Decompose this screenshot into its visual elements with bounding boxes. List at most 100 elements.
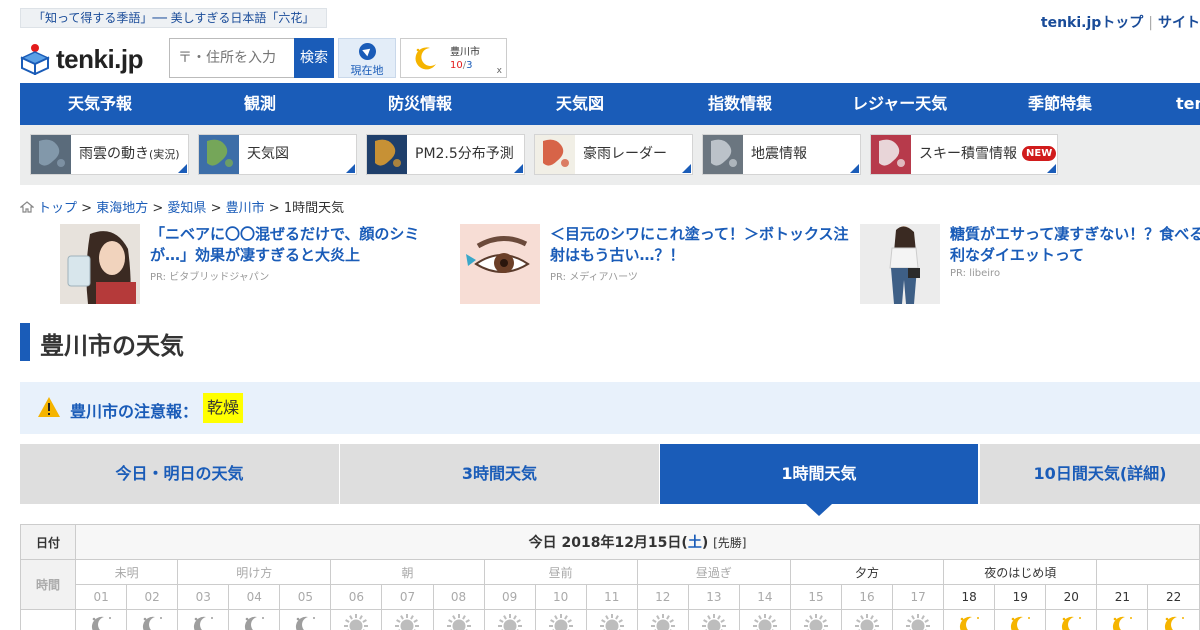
quick-link-title: 天気図 xyxy=(247,146,289,162)
quick-link-4[interactable]: 豪雨レーダー xyxy=(534,134,693,175)
nav-season[interactable]: 季節特集 xyxy=(1028,83,1092,125)
tenki-logo[interactable]: tenki.jp xyxy=(20,42,144,76)
ad-woman-fashion-image[interactable] xyxy=(860,224,940,304)
advisory-dry-tag[interactable]: 乾燥 xyxy=(203,393,244,423)
hour-cell: 15 xyxy=(789,584,843,610)
corner-arrow-icon xyxy=(1047,164,1056,173)
period-cell: 夜のはじめ頃 xyxy=(943,559,1098,585)
hour-cell: 08 xyxy=(432,584,485,610)
weather-icon-cell xyxy=(432,609,485,630)
day-of-week: 土 xyxy=(687,535,702,551)
moon-icon xyxy=(415,47,436,70)
sun-icon xyxy=(650,614,675,630)
period-cell: 朝 xyxy=(330,559,485,585)
new-badge: NEW xyxy=(1022,146,1057,161)
quick-link-1[interactable]: 雨雲の動き(実況) xyxy=(30,134,189,175)
ad-pr: PR: libeiro xyxy=(950,268,1001,279)
nav-disaster[interactable]: 防災情報 xyxy=(388,83,452,125)
quick-link-3[interactable]: PM2.5分布予測 xyxy=(366,134,525,175)
sun-icon xyxy=(803,614,828,630)
icon-row-header xyxy=(19,609,77,630)
quick-link-label: 天気図 xyxy=(247,135,289,174)
advisory-label: 豊川市の注意報： xyxy=(70,402,199,421)
date-row: 日付 今日 2018年12月15日(土) [先勝] xyxy=(19,524,1200,560)
breadcrumb-current: 1時間天気 xyxy=(283,201,345,216)
breadcrumb-pref[interactable]: 愛知県 xyxy=(167,201,206,216)
hour-cell: 22 xyxy=(1147,584,1200,610)
ad-title[interactable]: ＜目元のシワにこれ塗って！＞ボトックス注射はもう古い…？！ xyxy=(550,224,850,266)
nav-forecast[interactable]: 天気予報 xyxy=(68,83,132,125)
moon-icon xyxy=(194,616,214,630)
breadcrumb-city[interactable]: 豊川市 xyxy=(226,201,265,216)
ad-title[interactable]: 糖質がエサって凄すぎない！？食べるほど有利なダイエットって xyxy=(950,224,1200,266)
title-accent-bar xyxy=(20,323,30,361)
pinned-city-widget[interactable]: 豊川市 10/3 x xyxy=(400,38,507,78)
breadcrumb-region[interactable]: 東海地方 xyxy=(96,201,148,216)
tab-10day[interactable]: 10日間天気(詳細) xyxy=(980,444,1200,504)
weather-icon-cell xyxy=(687,609,740,630)
breadcrumb-sep: > xyxy=(210,201,222,216)
quick-link-label: スキー積雪情報 NEW xyxy=(919,135,1057,174)
corner-arrow-icon xyxy=(346,164,355,173)
nav-more[interactable]: ten xyxy=(1176,83,1200,125)
weather-icon-cell xyxy=(1096,609,1149,630)
moon-icon xyxy=(960,616,980,630)
quick-link-5[interactable]: 地震情報 xyxy=(702,134,861,175)
pinned-temp-high: 10 xyxy=(450,60,463,71)
current-location-button[interactable]: 現在地 xyxy=(338,38,396,78)
weather-icon-cell xyxy=(738,609,791,630)
sun-icon xyxy=(344,614,369,630)
period-cell: 昼過ぎ xyxy=(636,559,791,585)
address-search-input[interactable] xyxy=(169,38,294,78)
rokuyo-label: [先勝] xyxy=(713,536,747,550)
promo-banner[interactable]: 「知って得する季語」── 美しすぎる日本語「六花」 xyxy=(20,8,328,28)
hour-cell: 07 xyxy=(381,584,434,610)
ad-woman-drinking-image[interactable] xyxy=(60,224,140,304)
pinned-close-button[interactable]: x xyxy=(497,66,502,76)
quick-link-2[interactable]: 天気図 xyxy=(198,134,357,175)
search-button[interactable]: 検索 xyxy=(294,38,334,78)
nav-weather-map[interactable]: 天気図 xyxy=(556,83,604,125)
rain-cloud-map-thumb xyxy=(31,135,71,174)
breadcrumb-sep: > xyxy=(81,201,93,216)
pinned-city-name: 豊川市 xyxy=(450,47,480,58)
tab-today-tomorrow[interactable]: 今日・明日の天気 xyxy=(20,444,339,504)
tenki-top-link[interactable]: tenki.jpトップ xyxy=(1041,15,1143,31)
tab-3hour[interactable]: 3時間天気 xyxy=(340,444,659,504)
nav-index[interactable]: 指数情報 xyxy=(708,83,772,125)
weather-chart-thumb xyxy=(199,135,239,174)
weather-icon-cell xyxy=(228,609,281,630)
main-nav: 天気予報 観測 防災情報 天気図 指数情報 レジャー天気 季節特集 ten xyxy=(20,83,1200,125)
link-separator: | xyxy=(1148,15,1153,31)
hour-cell: 02 xyxy=(126,584,179,610)
nav-observation[interactable]: 観測 xyxy=(244,83,276,125)
weather-icon-cell xyxy=(892,609,945,630)
hour-cell: 14 xyxy=(738,584,791,610)
hour-cell: 03 xyxy=(177,584,230,610)
quick-link-title: スキー積雪情報 xyxy=(919,146,1017,162)
quick-link-6[interactable]: スキー積雪情報 NEW xyxy=(870,134,1058,175)
site-link[interactable]: サイト xyxy=(1158,15,1200,31)
advisory-banner: 豊川市の注意報： 乾燥 xyxy=(20,382,1200,434)
date-text: 今日 2018年12月15日( xyxy=(528,535,688,551)
weather-icon-cell xyxy=(279,609,332,630)
moon-icon xyxy=(245,616,265,630)
ad-title[interactable]: 「ニベアに〇〇混ぜるだけで、顔のシミが…」効果が凄すぎると大炎上 xyxy=(150,224,450,266)
quick-link-sub: (実況) xyxy=(149,148,180,161)
ad-eye-image[interactable] xyxy=(460,224,540,304)
period-cell xyxy=(1096,559,1200,585)
date-suffix: ) xyxy=(701,535,709,551)
sun-icon xyxy=(446,614,471,630)
hour-cell: 01 xyxy=(75,584,128,610)
breadcrumb-top[interactable]: トップ xyxy=(38,201,77,216)
nav-leisure[interactable]: レジャー天気 xyxy=(852,83,947,125)
tab-1hour[interactable]: 1時間天気 xyxy=(660,444,978,504)
hour-cell: 16 xyxy=(841,584,894,610)
weather-icon-cell xyxy=(381,609,434,630)
ski-photo-thumb xyxy=(871,135,911,174)
sun-icon xyxy=(752,614,777,630)
corner-arrow-icon xyxy=(514,164,523,173)
quick-links-bar: 雨雲の動き(実況) 天気図 PM2.5分布予測 豪雨レーダー 地震情報 スキー積雪情報 NE… xyxy=(20,125,1200,185)
quick-link-label: 地震情報 xyxy=(751,135,807,174)
home-icon xyxy=(19,201,35,213)
